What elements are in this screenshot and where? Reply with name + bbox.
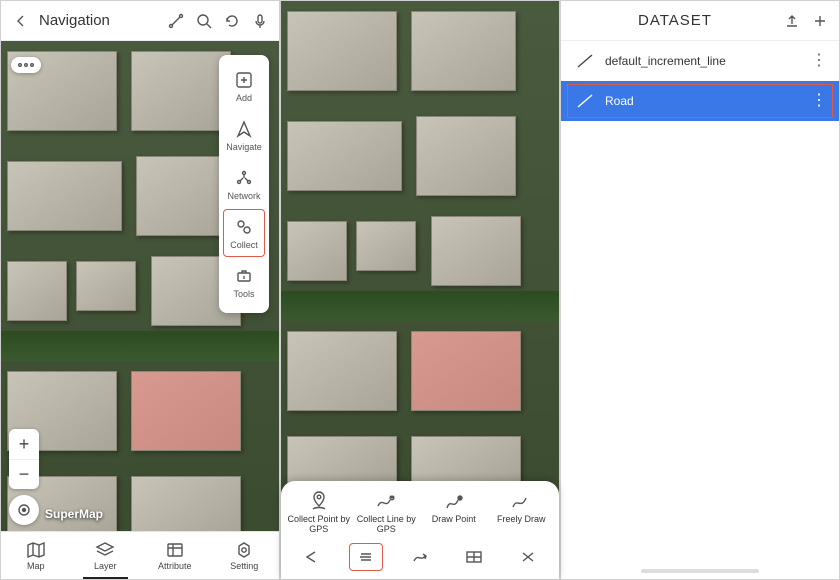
header-title: DATASET — [571, 12, 779, 29]
panel-collect: Collect Point by GPS Collect Line by GPS… — [280, 0, 560, 580]
map-icon — [25, 540, 47, 560]
draw-point-icon — [440, 489, 468, 513]
mini-tools[interactable] — [511, 543, 545, 571]
nav-layer[interactable]: Layer — [71, 532, 141, 579]
dataset-row[interactable]: Road ⋮ — [561, 81, 839, 121]
action-label: Freely Draw — [497, 515, 546, 525]
locate-button[interactable] — [9, 495, 39, 525]
nav-attribute[interactable]: Attribute — [140, 532, 210, 579]
dataset-row[interactable]: default_increment_line ⋮ — [561, 41, 839, 81]
tools-cross-icon — [519, 550, 537, 564]
header-bar: DATASET — [561, 1, 839, 41]
nav-map[interactable]: Map — [1, 532, 71, 579]
nav-setting-label: Setting — [230, 561, 258, 571]
zoom-in-button[interactable]: + — [9, 429, 39, 459]
more-icon[interactable]: ⋮ — [809, 93, 829, 109]
tool-navigate[interactable]: Navigate — [223, 111, 265, 159]
plus-square-icon — [233, 69, 255, 91]
tool-add[interactable]: Add — [223, 62, 265, 110]
action-freely-draw[interactable]: Freely Draw — [488, 489, 556, 535]
upload-icon[interactable] — [779, 8, 805, 34]
dataset-label: Road — [605, 94, 809, 108]
tool-tools[interactable]: Tools — [223, 258, 265, 306]
action-draw-point[interactable]: Draw Point — [420, 489, 488, 535]
attribute-icon — [164, 540, 186, 560]
tool-navigate-label: Navigate — [226, 142, 262, 152]
home-indicator — [641, 569, 759, 573]
tools-icon — [233, 265, 255, 287]
tool-network[interactable]: Network — [223, 160, 265, 208]
zoom-out-button[interactable]: − — [9, 459, 39, 489]
line-icon — [571, 91, 599, 111]
back-button[interactable] — [7, 7, 35, 35]
mini-grid[interactable] — [457, 543, 491, 571]
tool-tools-label: Tools — [233, 289, 254, 299]
zoom-control: + − — [9, 429, 39, 489]
line-icon — [571, 51, 599, 71]
panel-dataset: DATASET default_increment_line ⋮ Road ⋮ — [560, 0, 840, 580]
action-collect-line-gps[interactable]: Collect Line by GPS — [353, 489, 421, 535]
back-arrow-icon — [303, 550, 321, 564]
action-row: Collect Point by GPS Collect Line by GPS… — [281, 481, 559, 537]
dataset-list: default_increment_line ⋮ Road ⋮ — [561, 41, 839, 121]
refresh-icon[interactable] — [219, 8, 245, 34]
header-bar: Navigation — [1, 1, 279, 41]
more-icon[interactable]: ⋮ — [809, 53, 829, 69]
tool-network-label: Network — [227, 191, 260, 201]
action-sheet: Collect Point by GPS Collect Line by GPS… — [281, 481, 559, 579]
nav-map-label: Map — [27, 561, 45, 571]
action-label: Collect Point by GPS — [285, 515, 353, 535]
search-icon[interactable] — [191, 8, 217, 34]
mini-curve[interactable] — [403, 543, 437, 571]
tool-collect[interactable]: Collect — [223, 209, 265, 257]
gps-point-icon — [305, 489, 333, 513]
setting-icon — [233, 540, 255, 560]
navigate-icon — [233, 118, 255, 140]
nav-attribute-label: Attribute — [158, 561, 192, 571]
nav-layer-label: Layer — [94, 561, 117, 571]
header-title: Navigation — [39, 12, 163, 29]
collect-icon — [233, 216, 255, 238]
header-icons — [163, 8, 273, 34]
curve-arrow-icon — [411, 550, 429, 564]
nav-setting[interactable]: Setting — [210, 532, 280, 579]
lines-icon — [357, 550, 375, 564]
map-attribution: SuperMap — [45, 507, 103, 521]
action-label: Draw Point — [432, 515, 476, 525]
grid-icon — [465, 550, 483, 564]
gps-line-icon — [372, 489, 400, 513]
mini-toolbar — [281, 537, 559, 579]
dataset-label: default_increment_line — [605, 54, 809, 68]
route-icon[interactable] — [163, 8, 189, 34]
freely-draw-icon — [507, 489, 535, 513]
panel-navigation: Navigation Add Navigate — [0, 0, 280, 580]
mini-lines[interactable] — [349, 543, 383, 571]
plus-icon[interactable] — [807, 8, 833, 34]
mini-back[interactable] — [295, 543, 329, 571]
tool-collect-label: Collect — [230, 240, 258, 250]
layer-icon — [94, 540, 116, 560]
tool-add-label: Add — [236, 93, 252, 103]
bottom-nav: Map Layer Attribute Setting — [1, 531, 279, 579]
action-collect-point-gps[interactable]: Collect Point by GPS — [285, 489, 353, 535]
status-pill[interactable] — [11, 57, 41, 73]
action-label: Collect Line by GPS — [353, 515, 421, 535]
mic-icon[interactable] — [247, 8, 273, 34]
network-icon — [233, 167, 255, 189]
tool-column: Add Navigate Network Collect Tools — [219, 55, 269, 313]
header-icons — [779, 8, 833, 34]
